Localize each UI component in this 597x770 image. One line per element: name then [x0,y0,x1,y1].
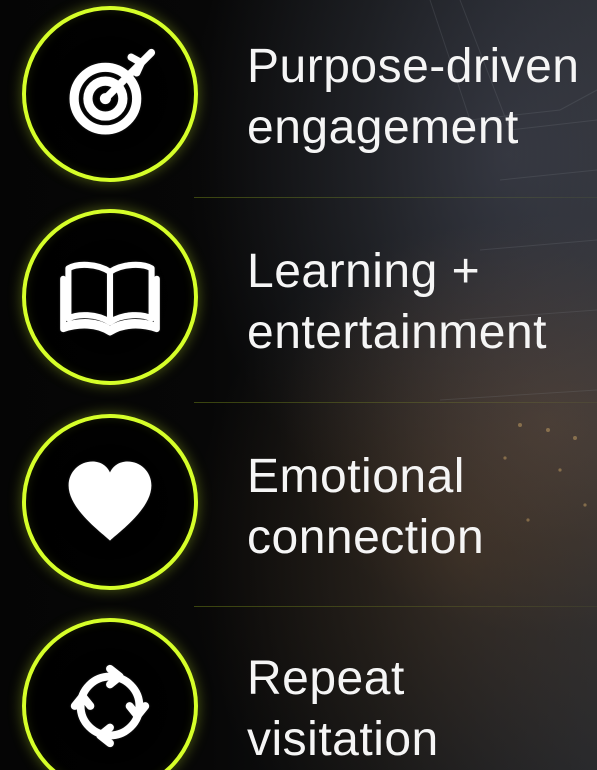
icon-badge [22,618,198,770]
icon-badge [22,209,198,385]
row-divider [194,197,597,198]
feature-title-line1: Purpose-driven [247,40,580,93]
feature-text: Learning + entertainment [247,241,547,363]
feature-title-line1: Emotional [247,450,465,503]
feature-row-learning: Learning + entertainment [0,205,597,397]
row-divider [194,402,597,403]
icon-badge [22,6,198,182]
feature-title-line2: visitation [247,713,439,766]
feature-title-line2: engagement [247,101,519,154]
row-divider [194,606,597,607]
target-icon [69,48,156,135]
feature-text: Repeat visitation [247,648,439,770]
feature-title-line1: Repeat [247,652,405,705]
feature-title-line2: connection [247,511,485,564]
repeat-cycle-icon [70,664,150,748]
open-book-icon [60,261,160,336]
feature-row-emotional: Emotional connection [0,410,597,602]
heart-icon [68,461,152,541]
icon-badge [22,414,198,590]
feature-row-repeat: Repeat visitation [0,614,597,770]
feature-title-line2: entertainment [247,306,548,359]
feature-text: Emotional connection [247,446,484,568]
feature-title-line1: Learning + [247,245,481,298]
feature-text: Purpose-driven engagement [247,36,580,158]
feature-row-purpose: Purpose-driven engagement [0,0,597,192]
